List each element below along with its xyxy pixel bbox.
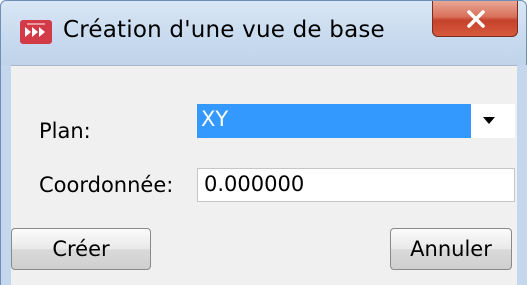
close-button[interactable] xyxy=(432,1,518,37)
window-title: Création d'une vue de base xyxy=(63,17,385,43)
dialog-window: Création d'une vue de base Plan: XY Coor… xyxy=(0,0,527,285)
window-frame-left xyxy=(1,65,11,285)
plan-selected-value: XY xyxy=(197,104,471,138)
dialog-content: Plan: XY Coordonnée: 0.000000 Créer Annu… xyxy=(11,65,517,285)
chevron-down-icon[interactable] xyxy=(483,117,495,124)
plan-dropdown[interactable]: XY xyxy=(197,104,515,138)
app-logo-icon xyxy=(19,18,53,46)
close-icon xyxy=(467,10,485,28)
title-bar[interactable]: Création d'une vue de base xyxy=(1,1,526,65)
window-frame-right xyxy=(517,65,527,285)
cancel-button[interactable]: Annuler xyxy=(390,228,512,270)
coordinate-input[interactable]: 0.000000 xyxy=(197,168,515,202)
plan-label: Plan: xyxy=(39,119,91,143)
create-button[interactable]: Créer xyxy=(11,228,151,270)
coordinate-label: Coordonnée: xyxy=(39,173,174,197)
